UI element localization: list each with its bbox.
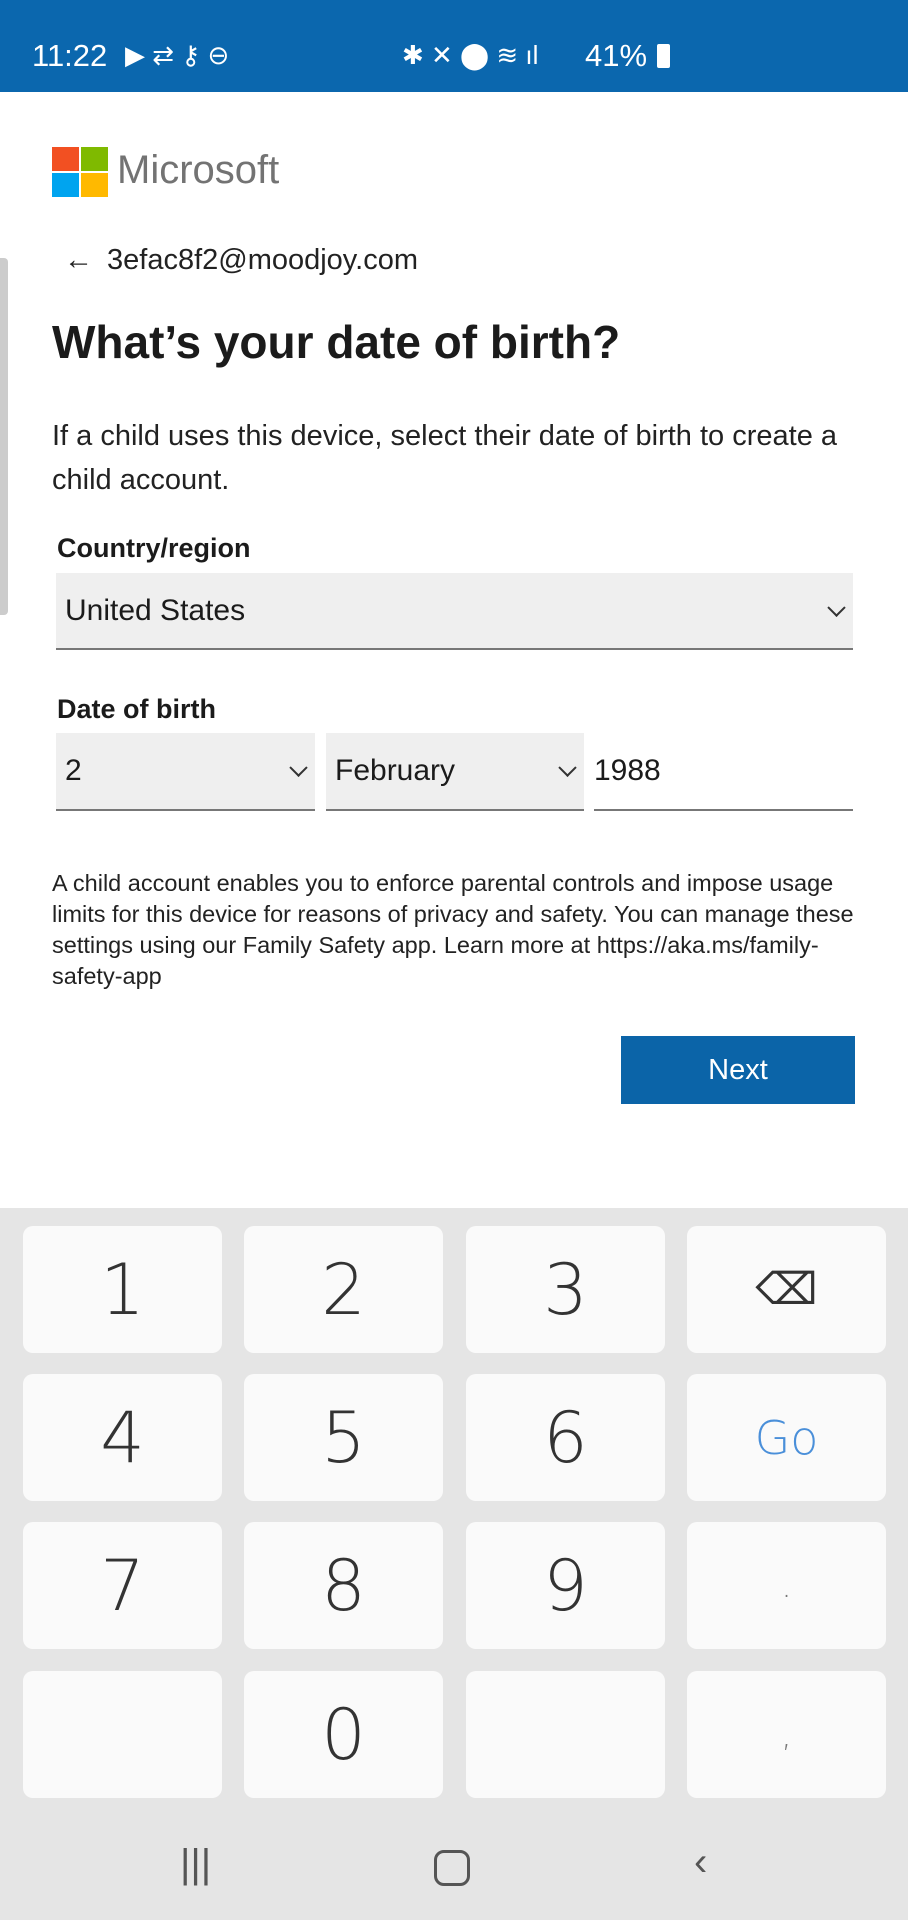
key-3[interactable]: 3 — [466, 1226, 665, 1353]
key-comma[interactable]: , — [687, 1671, 886, 1798]
recents-icon[interactable]: ||| — [180, 1842, 211, 1887]
key-go[interactable]: Go — [687, 1374, 886, 1501]
day-select[interactable]: 2 — [56, 733, 315, 811]
month-select[interactable]: February — [326, 733, 584, 811]
account-email: 3efac8f2@moodjoy.com — [107, 244, 418, 276]
day-value: 2 — [65, 754, 82, 787]
battery-icon — [657, 44, 670, 68]
back-arrow-icon[interactable]: ← — [64, 244, 93, 276]
key-backspace[interactable]: ⌫ — [687, 1226, 886, 1353]
key-5[interactable]: 5 — [244, 1374, 443, 1501]
key-2[interactable]: 2 — [244, 1226, 443, 1353]
back-icon[interactable]: ‹ — [694, 1840, 707, 1885]
key-7[interactable]: 7 — [23, 1522, 222, 1649]
system-icons: ✱ ✕ ⬤ ≋ ıl — [402, 40, 539, 70]
child-account-info: A child account enables you to enforce p… — [52, 870, 854, 989]
chevron-down-icon — [558, 758, 577, 777]
chevron-down-icon — [827, 598, 846, 617]
scroll-indicator[interactable] — [0, 258, 8, 615]
month-value: February — [335, 754, 456, 787]
status-time: 11:22 — [32, 38, 108, 73]
status-bar: 11:22 ▶ ⇄ ⚷ ⊖ ✱ ✕ ⬤ ≋ ıl 41% — [0, 0, 908, 92]
country-select[interactable]: United States — [56, 573, 853, 650]
key-6[interactable]: 6 — [466, 1374, 665, 1501]
country-label: Country/region — [57, 533, 251, 563]
page-description: If a child uses this device, select thei… — [52, 420, 838, 496]
dob-label: Date of birth — [57, 694, 216, 724]
key-4[interactable]: 4 — [23, 1374, 222, 1501]
key-0[interactable]: 0 — [244, 1671, 443, 1798]
notification-icons: ▶ ⇄ ⚷ ⊖ — [125, 40, 230, 70]
next-button[interactable]: Next — [621, 1036, 855, 1104]
country-value: United States — [65, 593, 246, 627]
key-9[interactable]: 9 — [466, 1522, 665, 1649]
back-email-link[interactable]: ← 3efac8f2@moodjoy.com — [64, 244, 418, 277]
battery-level: 41% — [585, 38, 648, 73]
home-icon[interactable] — [434, 1850, 470, 1886]
numeric-keyboard: 1 2 3 ⌫ 4 5 6 Go 7 8 9. 0, — [0, 1208, 908, 1920]
brand-name: Microsoft — [117, 148, 280, 192]
microsoft-logo-icon — [52, 147, 109, 197]
key-period[interactable]: . — [687, 1522, 886, 1649]
chevron-down-icon — [289, 758, 308, 777]
key-blank[interactable] — [466, 1671, 665, 1798]
year-input[interactable]: 1988 — [594, 733, 853, 811]
key-8[interactable]: 8 — [244, 1522, 443, 1649]
page-title: What’s your date of birth? — [52, 316, 621, 368]
key-1[interactable]: 1 — [23, 1226, 222, 1353]
year-value: 1988 — [594, 754, 661, 787]
key-blank[interactable] — [23, 1671, 222, 1798]
